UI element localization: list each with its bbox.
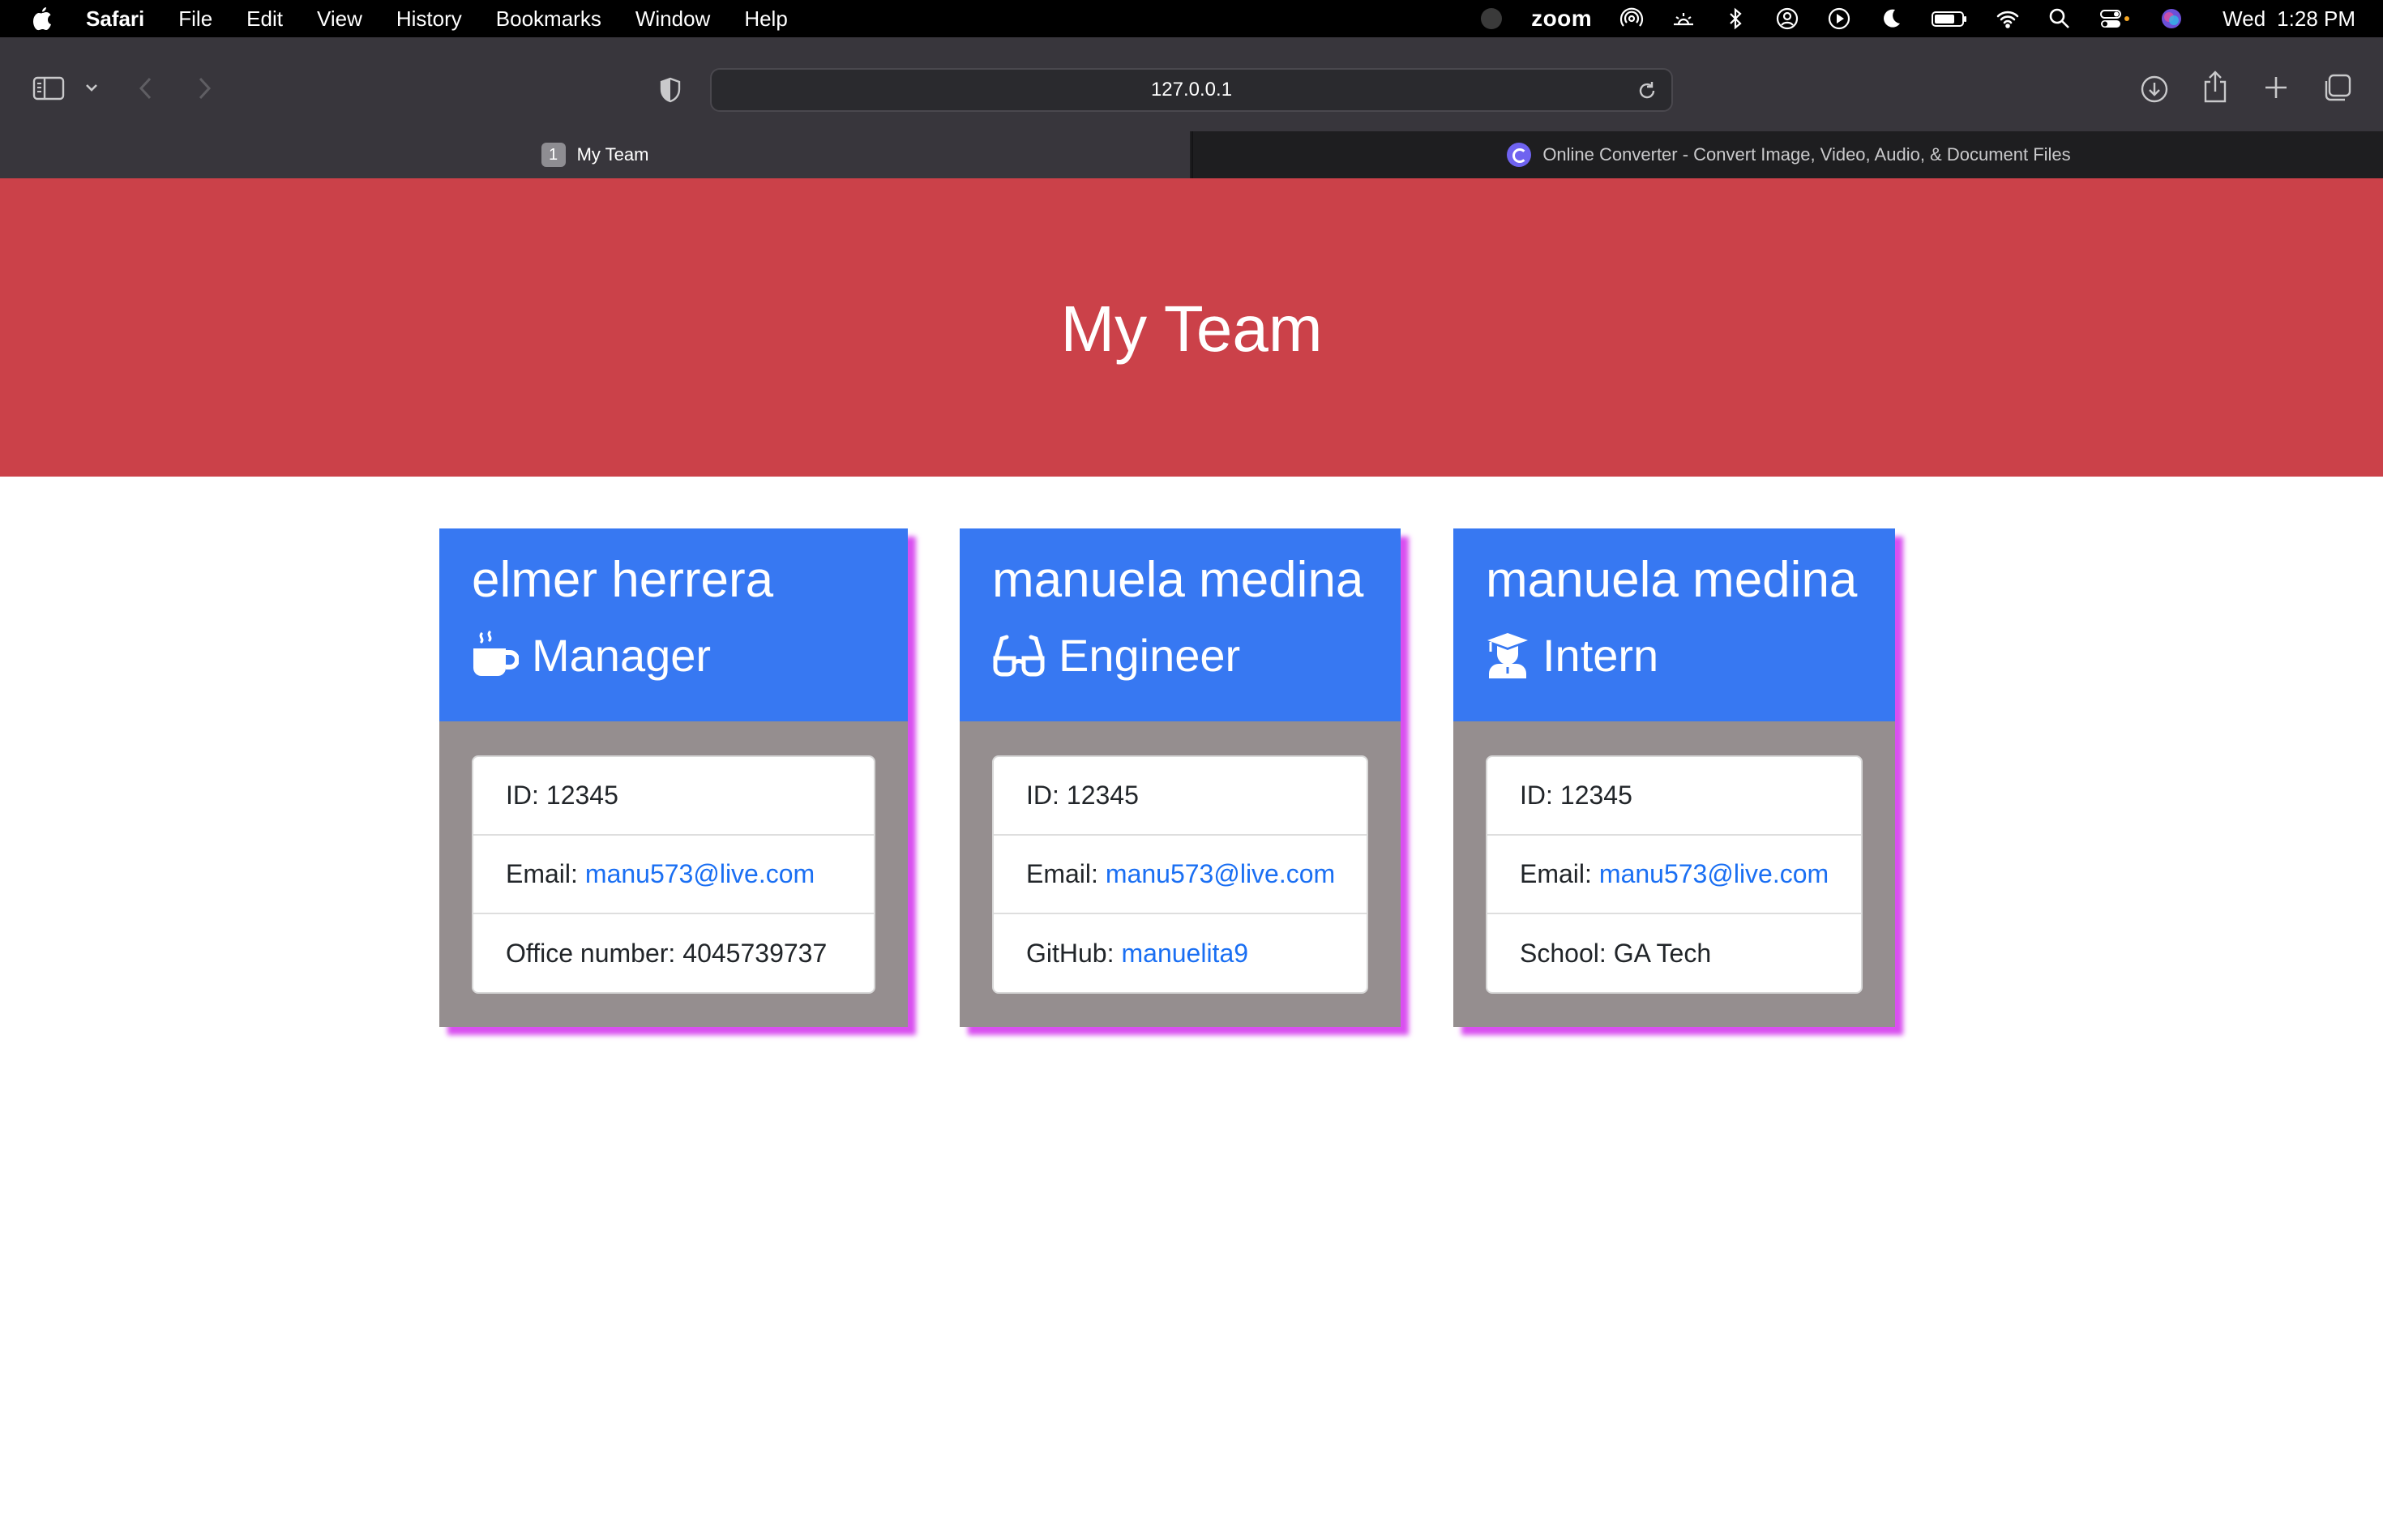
email-label: Email: bbox=[1520, 859, 1592, 888]
back-arrow-icon[interactable] bbox=[136, 75, 156, 102]
id-value: 12345 bbox=[545, 781, 618, 810]
page-title: My Team bbox=[1060, 293, 1323, 365]
tab-title: My Team bbox=[576, 144, 649, 165]
now-playing-icon[interactable] bbox=[1827, 6, 1851, 31]
glasses-icon bbox=[993, 635, 1045, 676]
employee-email-row: Email: manu573@live.com bbox=[473, 836, 874, 914]
email-link[interactable]: manu573@live.com bbox=[585, 859, 815, 889]
menu-app-safari[interactable]: Safari bbox=[86, 6, 144, 32]
email-label: Email: bbox=[506, 859, 578, 888]
mug-hot-icon bbox=[473, 630, 519, 676]
employee-role: Intern bbox=[1486, 629, 1658, 682]
employee-card-intern: manuela medina Intern ID: 12345 Email: man… bbox=[1453, 528, 1895, 1027]
chevron-down-icon[interactable] bbox=[84, 82, 99, 93]
menu-clock[interactable]: Wed 1:28 PM bbox=[2211, 6, 2355, 32]
clock-day: Wed bbox=[2223, 6, 2266, 31]
id-label: ID: bbox=[1520, 781, 1553, 810]
spotlight-search-icon[interactable] bbox=[2047, 6, 2072, 31]
employee-card-engineer: manuela medina Engineer ID: 12345 Email: m… bbox=[960, 528, 1401, 1027]
employee-details-list: ID: 12345 Email: manu573@live.com GitHub: m… bbox=[992, 755, 1368, 994]
employee-id-row: ID: 12345 bbox=[994, 757, 1367, 836]
control-center-icon[interactable] bbox=[2099, 6, 2132, 31]
tab-number-badge: 1 bbox=[541, 143, 566, 167]
role-label: Engineer bbox=[1059, 630, 1241, 681]
page-header: My Team bbox=[0, 178, 2383, 477]
employee-name: manuela medina bbox=[992, 552, 1364, 608]
menu-view[interactable]: View bbox=[317, 6, 362, 32]
address-bar[interactable]: 127.0.0.1 bbox=[710, 68, 1673, 112]
tab-title: Online Converter - Convert Image, Video,… bbox=[1542, 144, 2071, 165]
menu-history[interactable]: History bbox=[396, 6, 462, 32]
card-header: manuela medina Intern bbox=[1453, 528, 1895, 721]
school-value: GA Tech bbox=[1613, 939, 1712, 968]
card-header: elmer herrera Manager bbox=[439, 528, 908, 721]
user-account-icon[interactable] bbox=[1775, 6, 1799, 31]
menu-edit[interactable]: Edit bbox=[246, 6, 283, 32]
tab-overview-icon[interactable] bbox=[2321, 73, 2352, 104]
downloads-icon[interactable] bbox=[2140, 75, 2169, 104]
menu-file[interactable]: File bbox=[178, 6, 212, 32]
office-number-label: Office number: bbox=[506, 939, 676, 968]
sidebar-toggle-icon[interactable] bbox=[32, 76, 65, 101]
email-link[interactable]: manu573@live.com bbox=[1106, 859, 1335, 889]
recording-dot-icon[interactable] bbox=[1479, 6, 1504, 31]
status-area: zoom Wed 1:28 PM bbox=[1452, 0, 2355, 37]
role-label: Manager bbox=[532, 630, 712, 681]
reload-icon[interactable] bbox=[1636, 79, 1658, 102]
bluetooth-icon[interactable] bbox=[1723, 6, 1748, 31]
id-value: 12345 bbox=[1559, 781, 1632, 810]
employee-email-row: Email: manu573@live.com bbox=[1487, 836, 1861, 914]
employee-name: manuela medina bbox=[1486, 552, 1858, 608]
graduate-icon bbox=[1487, 632, 1528, 678]
employee-details-list: ID: 12345 Email: manu573@live.com School: G… bbox=[1486, 755, 1863, 994]
email-label: Email: bbox=[1026, 859, 1098, 888]
airdrop-icon[interactable] bbox=[1619, 6, 1644, 31]
employee-email-row: Email: manu573@live.com bbox=[994, 836, 1367, 914]
focus-moon-icon[interactable] bbox=[1879, 6, 1903, 31]
address-bar-url: 127.0.0.1 bbox=[1150, 79, 1233, 101]
office-number-value: 4045739737 bbox=[682, 939, 828, 968]
employee-name: elmer herrera bbox=[472, 552, 774, 608]
siri-icon[interactable] bbox=[2159, 6, 2184, 31]
forward-arrow-icon[interactable] bbox=[195, 75, 214, 102]
school-row: School: GA Tech bbox=[1487, 914, 1861, 993]
office-number-row: Office number: 4045739737 bbox=[473, 914, 874, 993]
menu-bookmarks[interactable]: Bookmarks bbox=[496, 6, 601, 32]
clock-time: 1:28 PM bbox=[2277, 6, 2355, 31]
github-row: GitHub: manuelita9 bbox=[994, 914, 1367, 993]
menu-bar: Safari File Edit View History Bookmarks … bbox=[0, 0, 2383, 37]
tab-online-converter[interactable]: Online Converter - Convert Image, Video,… bbox=[1192, 131, 2383, 178]
browser-toolbar: 127.0.0.1 bbox=[0, 37, 2383, 131]
zoom-status-item[interactable]: zoom bbox=[1531, 6, 1592, 32]
employee-id-row: ID: 12345 bbox=[473, 757, 874, 836]
converter-favicon-icon bbox=[1507, 143, 1532, 167]
employee-role: Engineer bbox=[992, 629, 1240, 682]
employee-id-row: ID: 12345 bbox=[1487, 757, 1861, 836]
role-label: Intern bbox=[1542, 630, 1659, 681]
id-label: ID: bbox=[506, 781, 539, 810]
menu-window[interactable]: Window bbox=[635, 6, 710, 32]
apple-icon[interactable] bbox=[31, 6, 53, 31]
employee-card-manager: elmer herrera Manager ID: 12345 Email: man… bbox=[439, 528, 908, 1027]
share-icon[interactable] bbox=[2201, 70, 2229, 104]
brightness-icon[interactable] bbox=[1671, 6, 1696, 31]
privacy-shield-icon[interactable] bbox=[658, 76, 682, 104]
wifi-icon[interactable] bbox=[1996, 6, 2020, 31]
id-label: ID: bbox=[1026, 781, 1059, 810]
battery-icon[interactable] bbox=[1931, 6, 1968, 31]
employee-role: Manager bbox=[472, 629, 711, 682]
github-label: GitHub: bbox=[1026, 939, 1114, 968]
employee-details-list: ID: 12345 Email: manu573@live.com Office n… bbox=[472, 755, 875, 994]
menu-help[interactable]: Help bbox=[744, 6, 787, 32]
tab-my-team[interactable]: 1 My Team bbox=[0, 131, 1190, 178]
email-link[interactable]: manu573@live.com bbox=[1599, 859, 1829, 889]
new-tab-plus-icon[interactable] bbox=[2263, 75, 2289, 101]
card-header: manuela medina Engineer bbox=[960, 528, 1401, 721]
tab-bar: 1 My Team Online Converter - Convert Ima… bbox=[0, 131, 2383, 178]
school-label: School: bbox=[1520, 939, 1606, 968]
id-value: 12345 bbox=[1066, 781, 1139, 810]
github-link[interactable]: manuelita9 bbox=[1121, 939, 1248, 969]
